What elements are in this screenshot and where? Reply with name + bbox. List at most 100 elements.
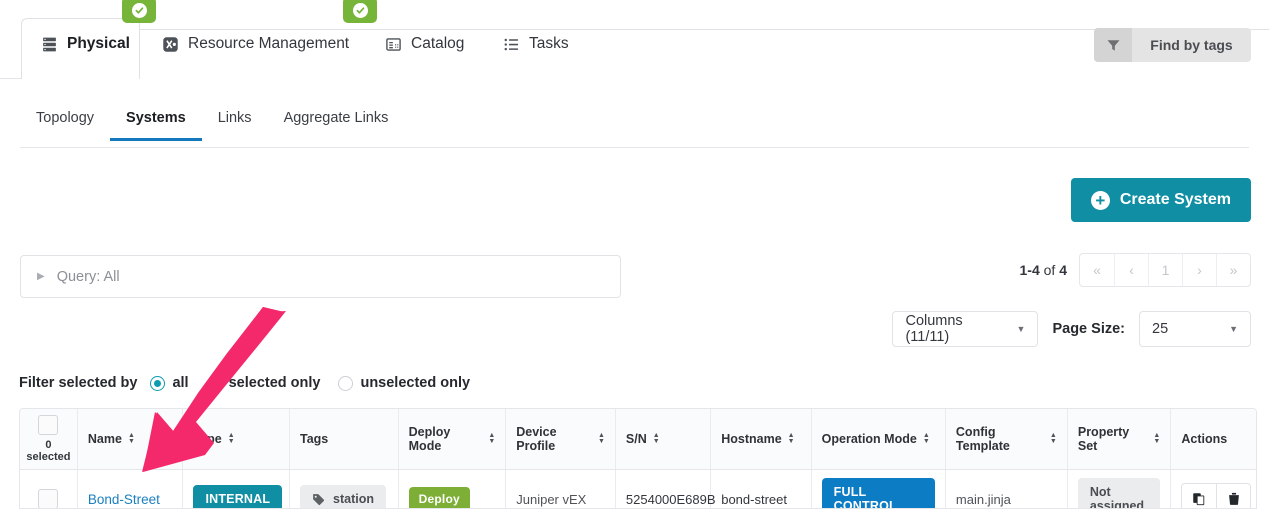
column-header-hostname-label: Hostname — [721, 432, 781, 446]
cell-device-profile: Juniper vEX — [506, 470, 616, 509]
tab-resource-management[interactable]: Resource Management — [161, 29, 349, 59]
cell-actions — [1171, 470, 1256, 509]
select-all-header: 0 selected — [20, 409, 77, 470]
filter-selected-label: Filter selected by — [19, 375, 137, 391]
columns-dropdown[interactable]: Columns (11/11) ▼ — [892, 311, 1038, 347]
column-header-name[interactable]: Name▲▼ — [77, 409, 183, 470]
deploy-mode-badge: Deploy — [409, 487, 470, 509]
cell-tags: station — [290, 470, 399, 509]
create-system-label: Create System — [1120, 191, 1231, 209]
subtab-links[interactable]: Links — [202, 104, 268, 140]
systems-table: 0 selected Name▲▼ Type▲▼ Tags Deploy Mod… — [19, 408, 1257, 509]
config-template-value[interactable]: main.jinja — [956, 492, 1011, 509]
pager-page-1[interactable]: 1 — [1148, 254, 1182, 286]
systems-subtab-bar: Topology Systems Links Aggregate Links — [20, 104, 1249, 148]
device-profile-value[interactable]: Juniper vEX — [516, 492, 586, 509]
sort-icon: ▲▼ — [228, 433, 235, 445]
column-header-property-set[interactable]: Property Set▲▼ — [1067, 409, 1171, 470]
radio-all-icon — [150, 376, 165, 391]
column-header-hostname[interactable]: Hostname▲▼ — [711, 409, 811, 470]
query-text: Query: All — [57, 269, 120, 285]
radio-selected-only-icon — [207, 376, 222, 391]
sort-icon: ▲▼ — [653, 433, 660, 445]
tag-chip[interactable]: station — [300, 485, 386, 509]
column-header-operation-mode[interactable]: Operation Mode▲▼ — [811, 409, 945, 470]
column-header-sn[interactable]: S/N ▲▼ — [615, 409, 710, 470]
tab-catalog[interactable]: Catalog — [384, 29, 464, 59]
find-by-tags-button[interactable]: Find by tags — [1094, 28, 1251, 62]
create-system-button[interactable]: + Create System — [1071, 178, 1251, 222]
range-of: of — [1040, 262, 1059, 278]
find-by-tags-label: Find by tags — [1132, 28, 1251, 62]
column-header-device-profile[interactable]: Device Profile▲▼ — [506, 409, 616, 470]
cell-type: INTERNAL — [183, 470, 290, 509]
column-header-deploy-mode[interactable]: Deploy Mode ▲▼ — [398, 409, 506, 470]
tab-catalog-label: Catalog — [411, 35, 464, 53]
query-panel[interactable]: ▶ Query: All — [20, 255, 621, 298]
delete-icon[interactable] — [1216, 484, 1250, 509]
hostname-value: bond-street — [721, 492, 787, 507]
plus-icon: + — [1091, 191, 1110, 210]
chevron-down-icon: ▼ — [1017, 324, 1026, 334]
cell-operation-mode: FULL CONTROL — [811, 470, 945, 509]
column-header-type[interactable]: Type▲▼ — [183, 409, 290, 470]
tag-chip-label: station — [333, 492, 374, 506]
chevron-down-icon: ▼ — [1229, 324, 1238, 334]
status-badge-physical — [122, 0, 156, 23]
radio-all-label: all — [172, 375, 188, 391]
copy-icon[interactable] — [1182, 484, 1216, 509]
tab-physical[interactable]: Physical — [40, 29, 130, 59]
radio-option-all[interactable]: all — [150, 375, 188, 391]
tag-icon — [312, 493, 325, 506]
radio-option-unselected-only[interactable]: unselected only — [338, 375, 470, 391]
cell-name: Bond-Street — [77, 470, 183, 509]
page-size-dropdown[interactable]: 25 ▼ — [1139, 311, 1251, 347]
systems-grid: 0 selected Name▲▼ Type▲▼ Tags Deploy Mod… — [20, 409, 1256, 509]
table-controls: Columns (11/11) ▼ Page Size: 25 ▼ — [892, 311, 1251, 347]
property-set-badge: Not assigned — [1078, 478, 1161, 509]
top-navigation-bar: Physical Resource Management — [0, 0, 1269, 79]
subtab-topology[interactable]: Topology — [20, 104, 110, 140]
pager-last[interactable]: » — [1216, 254, 1250, 286]
column-header-deploy-mode-label: Deploy Mode — [409, 425, 483, 453]
column-header-config-template[interactable]: Config Template▲▼ — [945, 409, 1067, 470]
type-badge: INTERNAL — [193, 485, 282, 509]
column-header-sn-label: S/N — [626, 432, 647, 446]
tab-resource-management-label: Resource Management — [188, 35, 349, 53]
sort-icon: ▲▼ — [488, 433, 495, 445]
system-name-link[interactable]: Bond-Street — [88, 492, 160, 507]
serial-number-value: 5254000E689B — [626, 492, 716, 507]
filter-selected-row: Filter selected by all selected only uns… — [19, 375, 479, 391]
pager-prev[interactable]: ‹ — [1114, 254, 1148, 286]
columns-dropdown-label: Columns (11/11) — [905, 313, 1004, 345]
column-header-device-profile-label: Device Profile — [516, 425, 592, 453]
operation-mode-badge: FULL CONTROL — [822, 478, 935, 509]
column-header-tags-label: Tags — [300, 432, 328, 446]
subtab-systems[interactable]: Systems — [110, 104, 202, 140]
row-actions — [1181, 483, 1251, 509]
pager-first[interactable]: « — [1080, 254, 1114, 286]
column-header-actions-label: Actions — [1181, 432, 1227, 446]
sort-icon: ▲▼ — [923, 433, 930, 445]
select-all-checkbox[interactable] — [38, 415, 58, 435]
catalog-icon — [384, 35, 402, 53]
resource-icon — [161, 35, 179, 53]
cell-hostname: bond-street — [711, 470, 811, 509]
subtab-aggregate-links[interactable]: Aggregate Links — [268, 104, 405, 140]
table-header-row: 0 selected Name▲▼ Type▲▼ Tags Deploy Mod… — [20, 409, 1256, 470]
column-header-actions: Actions — [1171, 409, 1256, 470]
sort-icon: ▲▼ — [1050, 433, 1057, 445]
radio-option-selected-only[interactable]: selected only — [207, 375, 321, 391]
row-select-cell — [20, 470, 77, 509]
column-header-tags: Tags — [290, 409, 399, 470]
tab-tasks-label: Tasks — [529, 35, 569, 53]
result-range: 1-4 of 4 — [1020, 262, 1068, 278]
filter-funnel-icon — [1094, 28, 1132, 62]
radio-unselected-only-label: unselected only — [360, 375, 470, 391]
page-size-label: Page Size: — [1052, 321, 1125, 337]
row-select-checkbox[interactable] — [38, 489, 58, 509]
check-badge-icon — [132, 3, 147, 18]
tab-tasks[interactable]: Tasks — [502, 29, 569, 59]
pager-next[interactable]: › — [1182, 254, 1216, 286]
table-row: Bond-Street INTERNAL — [20, 470, 1256, 509]
